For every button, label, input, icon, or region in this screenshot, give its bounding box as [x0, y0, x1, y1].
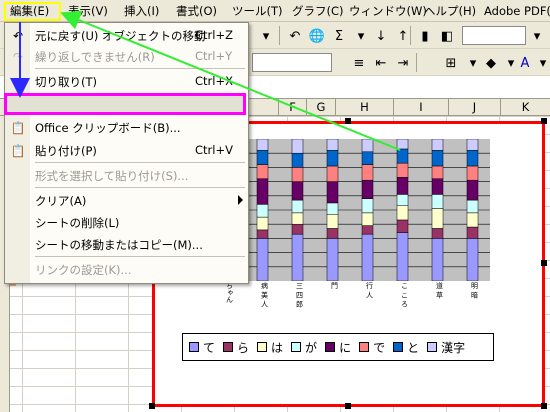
- annotation-arrows: [10, 10, 401, 151]
- arrow-green: [60, 10, 401, 151]
